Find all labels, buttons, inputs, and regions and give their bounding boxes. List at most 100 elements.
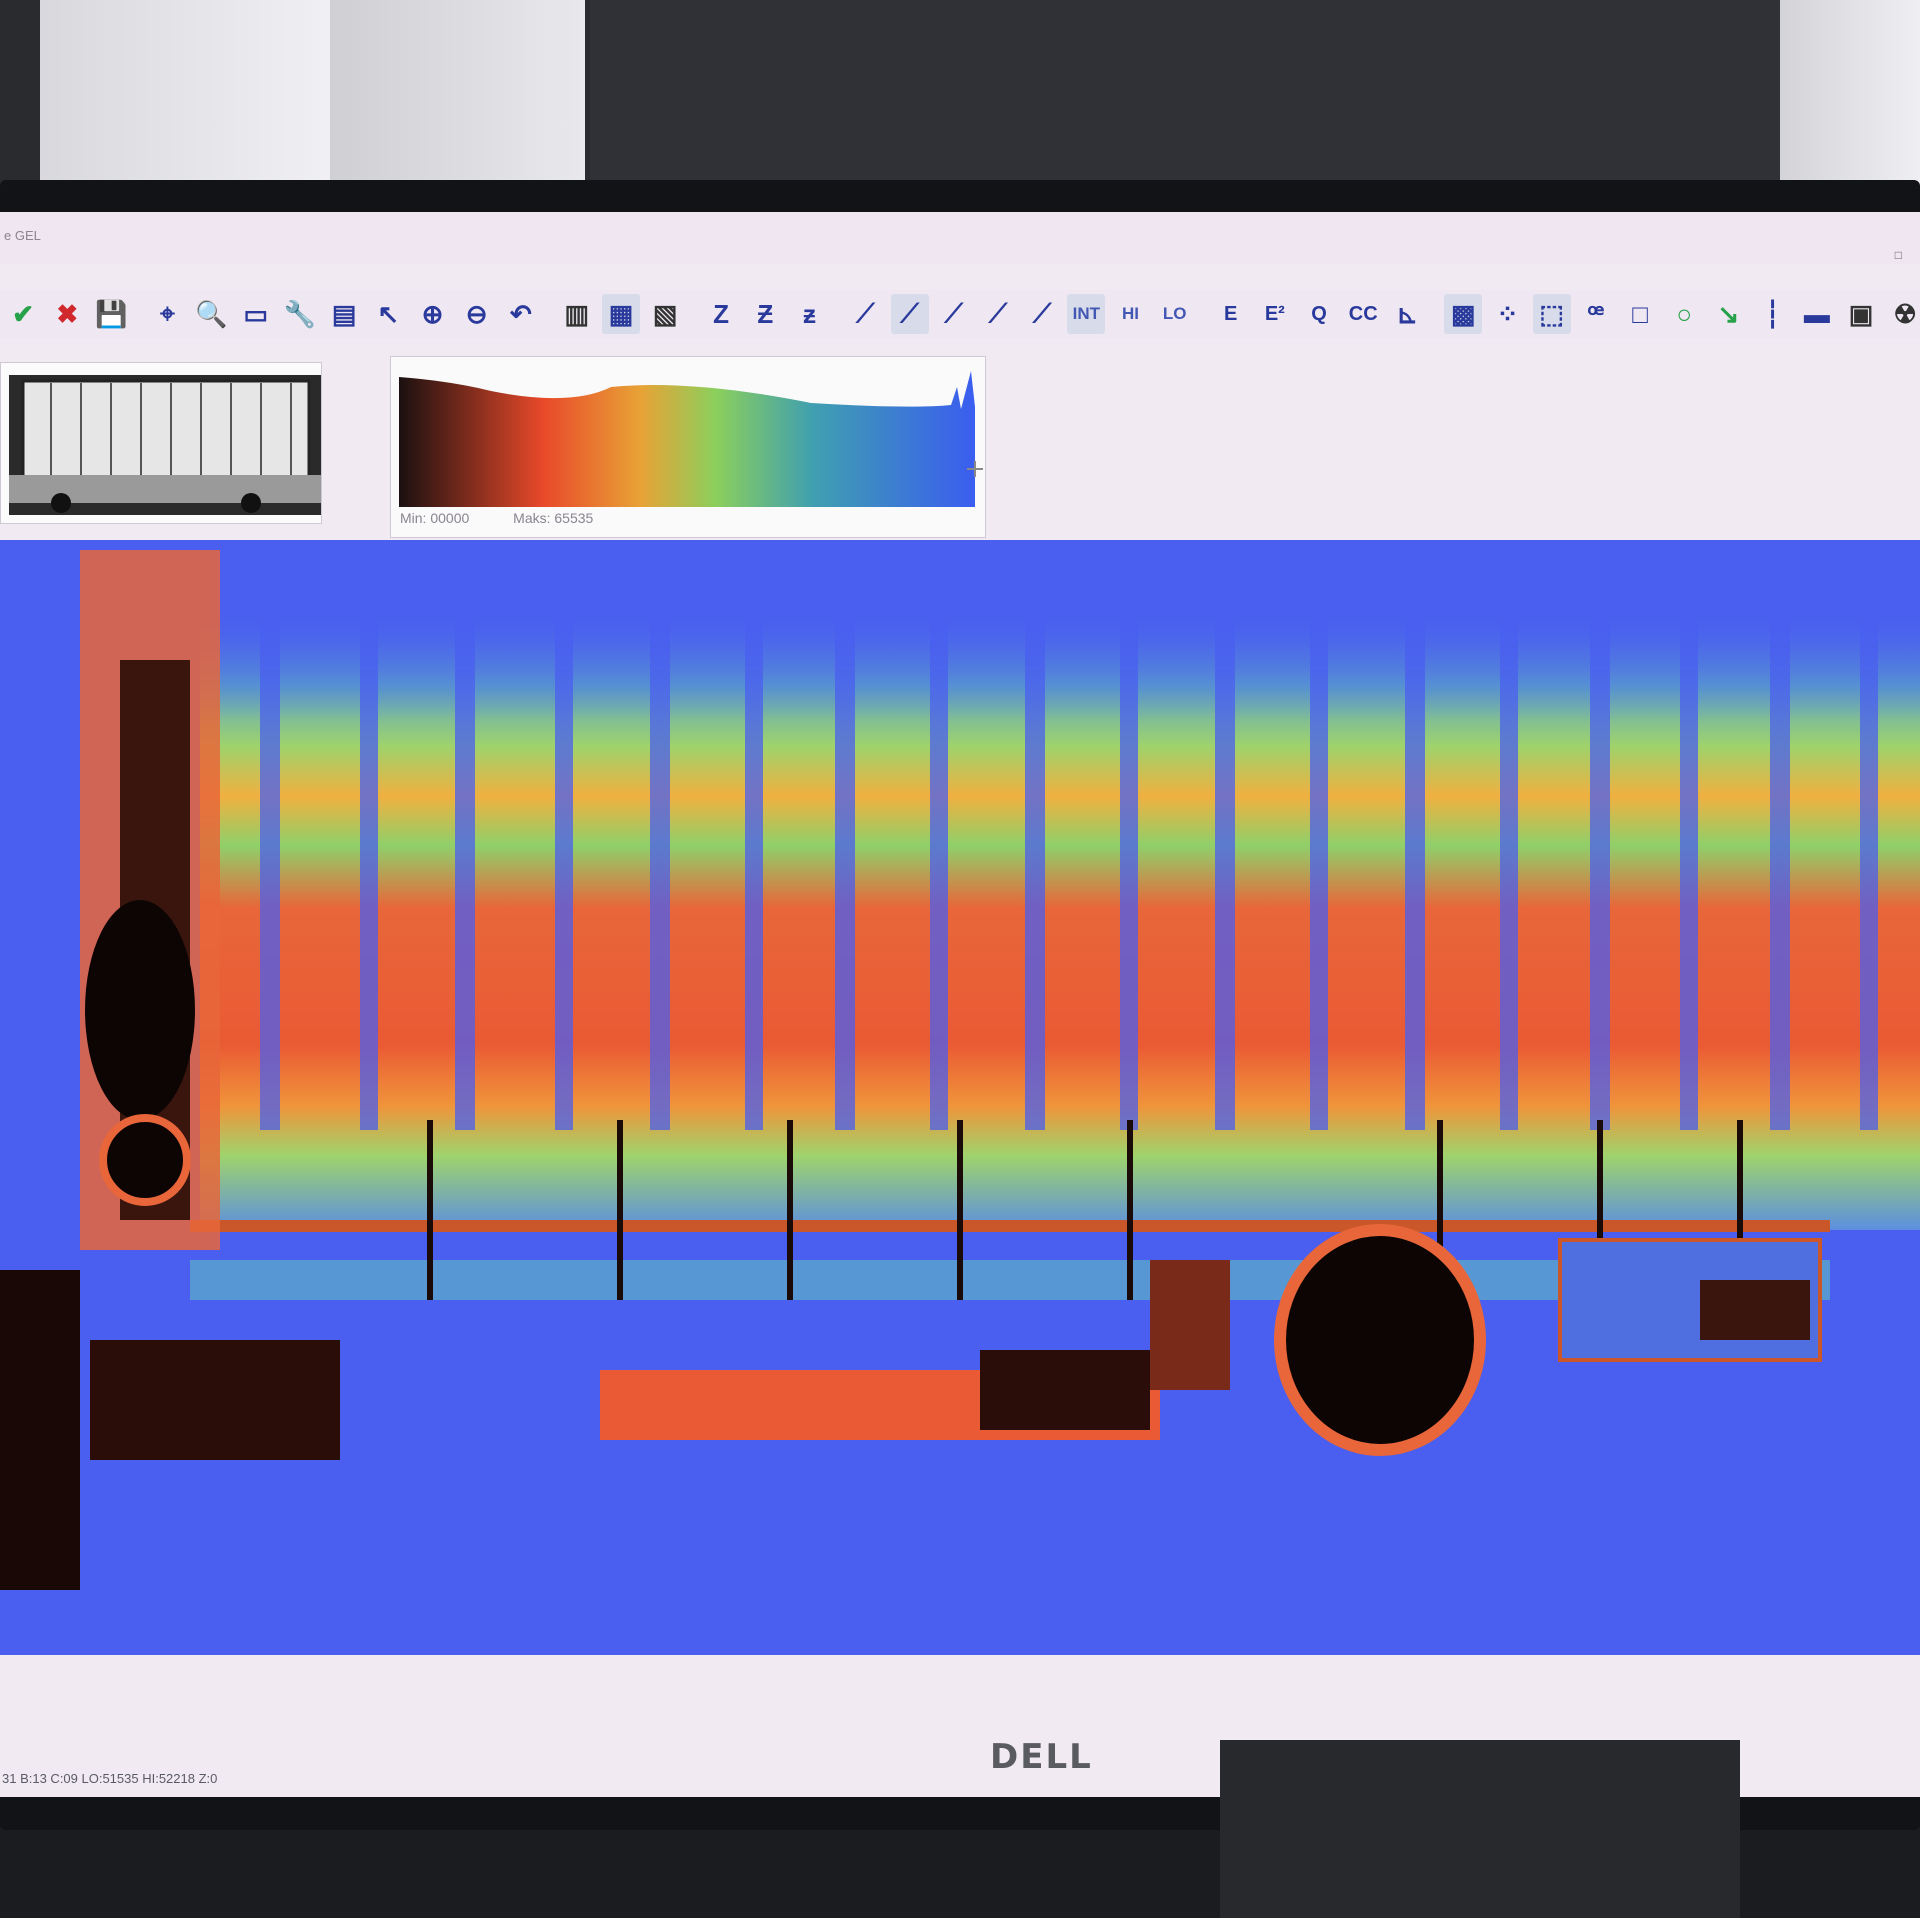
zoom-in-icon: ⊕ — [421, 298, 444, 329]
status-bar: 31 B:13 C:09 LO:51535 HI:52218 Z:0 — [0, 1767, 1000, 1791]
title-bar: e GEL □ — [0, 212, 1920, 264]
room-background — [0, 0, 1920, 200]
e-button[interactable]: E — [1212, 294, 1250, 334]
curve-1-button[interactable]: ⟋ — [846, 294, 884, 334]
region-icon: ▤ — [331, 298, 357, 329]
lasso-icon: ꟹ — [1587, 298, 1605, 329]
curve-3-icon: ⟋ — [944, 298, 963, 328]
application-window: e GEL □ ✔ ✖ 💾 ⌖ 🔍 ▭ 🔧 ▤ ↖ ⊕ ⊖ ↶ ▥ ▦ ▧ Z Ƶƶ ⟋ ⟋ ⟋ ⟋ ⟋ INT HI LO E E… — [0, 212, 1920, 1797]
ruler-button[interactable]: ▬ — [1798, 294, 1836, 334]
zoom-out-icon: ⊖ — [465, 298, 488, 329]
save-disk-button[interactable]: 💾 — [92, 294, 130, 334]
select-button[interactable]: ⬚ — [1532, 294, 1571, 334]
arrow-button[interactable]: ↘ — [1709, 294, 1747, 334]
box-button[interactable]: ▣ — [1842, 294, 1880, 334]
hi-icon: HI — [1122, 304, 1140, 323]
wall-panel — [590, 0, 1780, 190]
grid-button[interactable]: ⁘ — [1488, 294, 1526, 334]
lasso-button[interactable]: ꟹ — [1577, 294, 1615, 334]
inverse-palette-button[interactable]: ▧ — [646, 294, 684, 334]
status-text: 31 B:13 C:09 LO:51535 HI:52218 Z:0 — [2, 1771, 218, 1786]
circle-icon: ○ — [1676, 298, 1693, 329]
e-icon: E — [1223, 302, 1238, 325]
grid-icon: ⁘ — [1496, 298, 1519, 329]
monitor-stand — [1220, 1740, 1740, 1918]
cc-button[interactable]: CC — [1344, 294, 1382, 334]
toolbar: ✔ ✖ 💾 ⌖ 🔍 ▭ 🔧 ▤ ↖ ⊕ ⊖ ↶ ▥ ▦ ▧ Z Ƶƶ ⟋ ⟋ ⟋ ⟋ ⟋ INT HI LO E E² Q CC ⊾ ▩ ⁘ ⬚… — [0, 290, 1920, 338]
image-view-button[interactable]: ▭ — [237, 294, 275, 334]
curve-5-icon: ⟋ — [1033, 298, 1052, 328]
int-button[interactable]: INT — [1067, 294, 1106, 334]
checkmark-icon: ✔ — [12, 298, 34, 329]
xray-scan-view[interactable] — [0, 540, 1920, 1655]
curve-4-button[interactable]: ⟋ — [979, 294, 1017, 334]
magnifier-icon: 🔍 — [195, 298, 228, 329]
curve-1-icon: ⟋ — [856, 298, 875, 328]
curve-2-button[interactable]: ⟋ — [890, 294, 929, 334]
maximize-button[interactable]: □ — [1895, 248, 1902, 262]
layers-icon: ▩ — [1451, 298, 1476, 329]
window-title: e GEL — [4, 228, 41, 243]
zoom-in-button[interactable]: ⊕ — [413, 294, 451, 334]
int-icon: INT — [1072, 304, 1101, 323]
region-button[interactable]: ▤ — [325, 294, 363, 334]
magnifier-button[interactable]: 🔍 — [192, 294, 230, 334]
z-button[interactable]: Z — [702, 294, 740, 334]
lo-icon: LO — [1162, 304, 1187, 323]
select-icon: ⬚ — [1539, 298, 1564, 329]
z-up-button[interactable]: ƶ — [790, 294, 828, 334]
radiation-button[interactable]: ☢ — [1886, 294, 1920, 334]
arrow-icon: ↘ — [1717, 298, 1740, 329]
cc-icon: CC — [1348, 302, 1378, 325]
circle-button[interactable]: ○ — [1665, 294, 1703, 334]
ruler-icon: ▬ — [1803, 298, 1830, 329]
curve-3-button[interactable]: ⟋ — [935, 294, 973, 334]
bar-button[interactable]: ┆ — [1754, 294, 1792, 334]
lo-button[interactable]: LO — [1156, 294, 1194, 334]
overview-thumbnail[interactable] — [0, 362, 322, 524]
rectangle-button[interactable]: □ — [1621, 294, 1659, 334]
crosshair-icon: ⌖ — [160, 298, 175, 328]
dell-logo: DELL — [990, 1737, 1093, 1777]
zoom-out-button[interactable]: ⊖ — [458, 294, 496, 334]
e2-button[interactable]: E² — [1256, 294, 1294, 334]
inverse-palette-icon: ▧ — [652, 298, 678, 329]
undo-button[interactable]: ↶ — [502, 294, 540, 334]
color-palette-button[interactable]: ▦ — [601, 294, 641, 334]
axis-button[interactable]: ⊾ — [1388, 294, 1426, 334]
curve-2-icon: ⟋ — [900, 298, 919, 328]
histogram-range: Min: 00000 Maks: 65535 — [400, 510, 633, 526]
axis-icon: ⊾ — [1396, 298, 1419, 329]
histogram-min-label: Min: 00000 — [400, 510, 470, 526]
color-palette-icon: ▦ — [608, 298, 634, 329]
undo-icon: ↶ — [509, 298, 532, 329]
image-view-icon: ▭ — [243, 298, 269, 329]
save-disk-icon: 💾 — [95, 298, 128, 329]
crosshair-button[interactable]: ⌖ — [148, 294, 186, 334]
wall-panel — [40, 0, 340, 190]
e2-icon: E² — [1264, 302, 1285, 325]
cancel-x-icon: ✖ — [56, 298, 79, 329]
hi-button[interactable]: HI — [1111, 294, 1149, 334]
wall-panel — [1780, 0, 1920, 190]
z-up-icon: ƶ — [802, 298, 816, 329]
wall-panel — [330, 0, 585, 190]
radiation-icon: ☢ — [1893, 298, 1917, 329]
bar-icon: ┆ — [1764, 298, 1781, 329]
cancel-x-button[interactable]: ✖ — [48, 294, 86, 334]
z-icon: Z — [713, 298, 730, 329]
box-icon: ▣ — [1848, 298, 1874, 329]
tools-button[interactable]: 🔧 — [281, 294, 319, 334]
q-button[interactable]: Q — [1300, 294, 1338, 334]
q-icon: Q — [1311, 302, 1327, 325]
z-down-button[interactable]: Ƶ — [746, 294, 784, 334]
pointer-zoom-icon: ↖ — [377, 298, 400, 329]
rectangle-icon: □ — [1632, 298, 1648, 329]
layers-button[interactable]: ▩ — [1444, 294, 1483, 334]
pointer-zoom-button[interactable]: ↖ — [369, 294, 407, 334]
checkmark-button[interactable]: ✔ — [4, 294, 42, 334]
histogram-max-label: Maks: 65535 — [513, 510, 594, 526]
xray-scan-image — [0, 540, 1920, 1655]
curve-5-button[interactable]: ⟋ — [1023, 294, 1061, 334]
grayscale-palette-button[interactable]: ▥ — [558, 294, 596, 334]
